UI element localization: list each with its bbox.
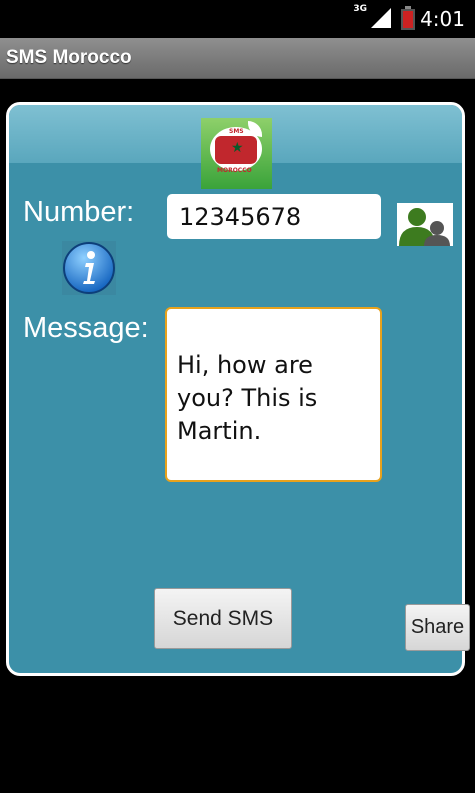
title-bar: SMS Morocco bbox=[0, 38, 475, 79]
morocco-flag-icon: ★ bbox=[215, 136, 257, 164]
info-icon bbox=[63, 242, 115, 294]
contact-icon bbox=[399, 208, 450, 246]
send-sms-button[interactable]: Send SMS bbox=[154, 588, 292, 649]
clock: 4:01 bbox=[420, 7, 465, 31]
message-label: Message: bbox=[23, 312, 149, 344]
contacts-button[interactable] bbox=[397, 203, 453, 246]
message-textarea[interactable]: Hi, how are you? This is Martin. bbox=[165, 307, 382, 482]
star-icon: ★ bbox=[231, 140, 244, 156]
app-title: SMS Morocco bbox=[6, 47, 132, 68]
logo-text-country: MOROCCO bbox=[217, 167, 252, 174]
battery-icon bbox=[401, 6, 415, 30]
app-logo: SMS ★ MOROCCO bbox=[201, 118, 272, 189]
info-button[interactable] bbox=[62, 241, 116, 295]
logo-text-sms: SMS bbox=[229, 128, 244, 135]
signal-icon bbox=[371, 8, 391, 28]
number-input[interactable] bbox=[167, 194, 381, 239]
network-type: 3G bbox=[353, 4, 367, 14]
share-button[interactable]: Share bbox=[405, 604, 470, 651]
status-bar: 3G 4:01 bbox=[0, 0, 475, 38]
number-label: Number: bbox=[23, 196, 135, 228]
